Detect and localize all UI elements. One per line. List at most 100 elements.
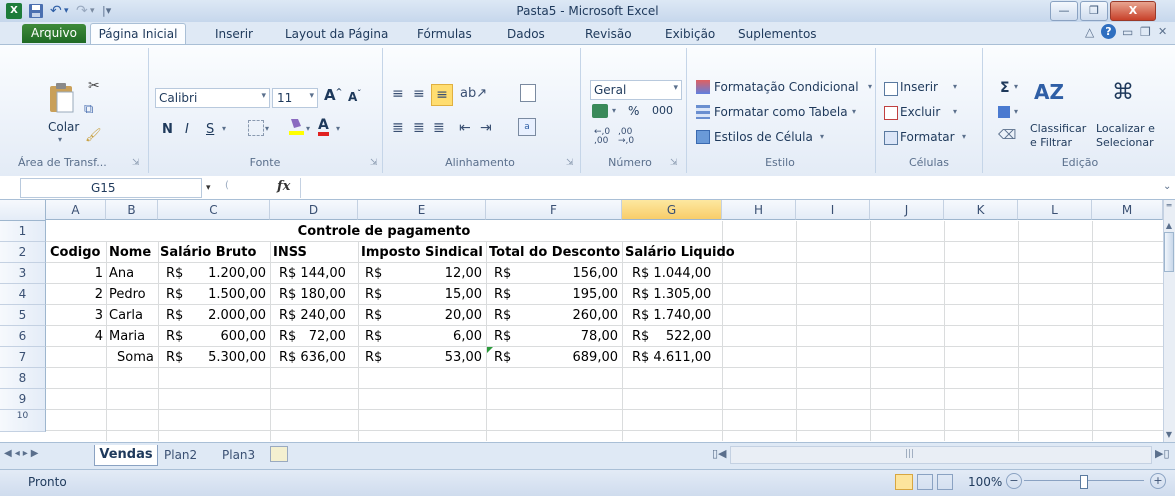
chevron-down-icon[interactable]: ▾: [820, 132, 824, 141]
tab-layout[interactable]: Layout da Página: [285, 25, 388, 43]
increase-decimal-icon[interactable]: ←,0,00: [594, 128, 610, 146]
borders-icon[interactable]: [248, 120, 264, 136]
thousands-button[interactable]: 000: [652, 104, 673, 117]
format-as-table-button[interactable]: Formatar como Tabela: [714, 105, 848, 119]
column-header-h[interactable]: H: [722, 200, 796, 220]
column-header-d[interactable]: D: [270, 200, 358, 220]
tab-inserir[interactable]: Inserir: [215, 25, 253, 43]
chevron-down-icon[interactable]: ▾: [222, 124, 226, 133]
split-box-icon[interactable]: ═: [1164, 201, 1174, 211]
error-indicator-icon[interactable]: [487, 347, 493, 353]
scroll-up-icon[interactable]: ▲: [1164, 221, 1174, 231]
formula-input[interactable]: [300, 178, 1161, 198]
column-header-f[interactable]: F: [486, 200, 622, 220]
chevron-down-icon[interactable]: ▾: [953, 107, 957, 116]
underline-button[interactable]: S: [206, 122, 214, 137]
insert-function-button[interactable]: fx: [277, 179, 290, 194]
cut-icon[interactable]: ✂: [88, 78, 100, 94]
column-header-c[interactable]: C: [158, 200, 270, 220]
font-color-icon[interactable]: A: [318, 118, 329, 136]
paste-dropdown-icon[interactable]: ▾: [58, 135, 62, 144]
column-header-l[interactable]: L: [1018, 200, 1092, 220]
format-painter-icon[interactable]: 🖌: [85, 128, 102, 143]
tab-suplementos[interactable]: Suplementos: [738, 25, 817, 43]
zoom-out-icon[interactable]: −: [1006, 473, 1022, 489]
name-box[interactable]: G15 ▾: [20, 178, 211, 198]
copy-icon[interactable]: ⧉: [84, 102, 93, 117]
conditional-formatting-icon[interactable]: [696, 80, 710, 94]
sheet-tab-plan2[interactable]: Plan2: [164, 448, 197, 462]
chevron-down-icon[interactable]: ▾: [265, 124, 269, 133]
column-header-e[interactable]: E: [358, 200, 486, 220]
normal-view-icon[interactable]: [895, 474, 913, 490]
row-header-9[interactable]: 9: [0, 389, 46, 410]
autosum-button[interactable]: Σ: [1000, 80, 1010, 96]
delete-button[interactable]: Excluir: [900, 105, 940, 119]
binoculars-icon[interactable]: ⌘: [1112, 80, 1134, 105]
tab-revisao[interactable]: Revisão: [585, 25, 632, 43]
customize-toolbar-icon[interactable]: |▾: [102, 3, 118, 19]
decrease-indent-icon[interactable]: ⇤: [459, 120, 471, 136]
minimize-button[interactable]: —: [1050, 1, 1078, 21]
row-header-2[interactable]: 2: [0, 242, 46, 263]
clear-icon[interactable]: ⌫: [998, 128, 1016, 143]
currency-format-icon[interactable]: [592, 104, 608, 118]
workbook-close-icon[interactable]: ✕: [1158, 25, 1167, 38]
page-layout-view-icon[interactable]: [917, 474, 933, 490]
font-size-select[interactable]: 11 ▾: [272, 88, 318, 108]
percent-button[interactable]: %: [628, 104, 639, 118]
chevron-down-icon[interactable]: ▾: [962, 132, 966, 141]
sheet-nav-icons[interactable]: ◀◂▸▶: [4, 448, 41, 459]
tab-formulas[interactable]: Fórmulas: [417, 25, 472, 43]
column-header-a[interactable]: A: [46, 200, 106, 220]
zoom-in-icon[interactable]: +: [1150, 473, 1166, 489]
align-middle-icon[interactable]: ≡: [413, 86, 425, 102]
find-select-label-1[interactable]: Localizar e: [1096, 122, 1155, 135]
scroll-thumb[interactable]: [1164, 232, 1174, 272]
conditional-formatting-button[interactable]: Formatação Condicional: [714, 80, 859, 94]
formula-cancel-icon[interactable]: (: [225, 180, 229, 191]
help-icon[interactable]: ?: [1101, 24, 1116, 39]
horizontal-scrollbar[interactable]: [730, 446, 1152, 464]
chevron-down-icon[interactable]: ▾: [612, 106, 616, 115]
minimize-ribbon-icon[interactable]: △: [1085, 25, 1094, 39]
insert-cells-icon[interactable]: [884, 82, 898, 96]
scroll-right-icon[interactable]: ▶▯: [1155, 447, 1170, 460]
align-right-icon[interactable]: ≣: [433, 120, 445, 136]
cell-styles-icon[interactable]: [696, 130, 710, 144]
workbook-minimize-icon[interactable]: ▭: [1122, 25, 1133, 39]
column-header-k[interactable]: K: [944, 200, 1018, 220]
row-header-7[interactable]: 7: [0, 347, 46, 368]
align-bottom-icon[interactable]: ≡: [431, 84, 453, 106]
row-header-10[interactable]: 10: [0, 410, 46, 432]
find-select-label-2[interactable]: Selecionar: [1096, 136, 1154, 149]
scroll-down-icon[interactable]: ▼: [1164, 430, 1174, 440]
restore-button[interactable]: ❐: [1080, 1, 1108, 21]
format-button[interactable]: Formatar: [900, 130, 955, 144]
page-break-view-icon[interactable]: [937, 474, 953, 490]
paste-icon[interactable]: [48, 82, 76, 113]
delete-cells-icon[interactable]: [884, 106, 898, 120]
tab-exibicao[interactable]: Exibição: [665, 25, 715, 43]
decrease-decimal-icon[interactable]: ,00 →,0: [618, 128, 634, 146]
insert-sheet-icon[interactable]: [270, 446, 288, 462]
sort-filter-icon[interactable]: AZ: [1034, 80, 1064, 104]
save-icon[interactable]: [28, 3, 44, 19]
format-as-table-icon[interactable]: [696, 105, 710, 119]
chevron-down-icon[interactable]: ▾: [1014, 82, 1018, 91]
wrap-text-icon[interactable]: [520, 84, 536, 102]
cell-styles-button[interactable]: Estilos de Célula: [714, 130, 813, 144]
column-header-i[interactable]: I: [796, 200, 870, 220]
sort-filter-label-2[interactable]: e Filtrar: [1030, 136, 1072, 149]
column-header-b[interactable]: B: [106, 200, 158, 220]
font-name-select[interactable]: Calibri ▾: [155, 88, 270, 108]
align-left-icon[interactable]: ≣: [392, 120, 404, 136]
orientation-icon[interactable]: ab↗: [460, 86, 487, 101]
tab-arquivo[interactable]: Arquivo: [22, 24, 86, 43]
select-all-button[interactable]: [0, 200, 46, 221]
chevron-down-icon[interactable]: ▾: [868, 82, 872, 91]
row-header-3[interactable]: 3: [0, 263, 46, 284]
chevron-down-icon[interactable]: ▾: [1014, 107, 1018, 116]
chevron-down-icon[interactable]: ▾: [852, 107, 856, 116]
sheet-tab-plan3[interactable]: Plan3: [222, 448, 255, 462]
